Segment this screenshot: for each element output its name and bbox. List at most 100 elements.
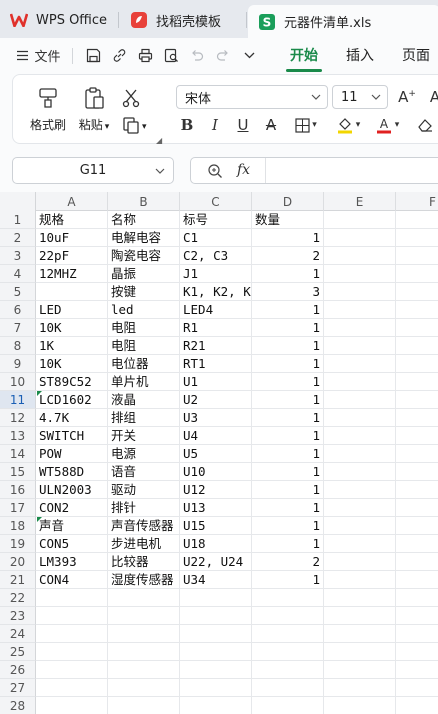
formula-input[interactable]: fx xyxy=(190,157,438,184)
cell-c20[interactable]: U22, U24 xyxy=(180,553,252,571)
clear-format-button[interactable] xyxy=(410,114,438,136)
print-preview-button[interactable] xyxy=(160,38,182,72)
row-header-22[interactable]: 22 xyxy=(0,589,36,607)
cell-a6[interactable]: LED xyxy=(36,301,108,319)
cell-d1[interactable]: 数量 xyxy=(252,211,324,229)
cell-b5[interactable]: 按键 xyxy=(108,283,180,301)
cell-c4[interactable]: J1 xyxy=(180,265,252,283)
cell-d21[interactable]: 1 xyxy=(252,571,324,589)
cell-a1[interactable]: 规格 xyxy=(36,211,108,229)
cell-b2[interactable]: 电解电容 xyxy=(108,229,180,247)
cell-b7[interactable]: 电阻 xyxy=(108,319,180,337)
cell-d11[interactable]: 1 xyxy=(252,391,324,409)
cell-b3[interactable]: 陶瓷电容 xyxy=(108,247,180,265)
row-header-6[interactable]: 6 xyxy=(0,301,36,319)
row-header-20[interactable]: 20 xyxy=(0,553,36,571)
row-header-21[interactable]: 21 xyxy=(0,571,36,589)
save-button[interactable] xyxy=(82,38,104,72)
strikethrough-button[interactable]: A xyxy=(260,114,282,136)
cell-b12[interactable]: 排组 xyxy=(108,409,180,427)
row-header-2[interactable]: 2 xyxy=(0,229,36,247)
font-size-select[interactable]: 11 xyxy=(332,85,388,109)
tab-insert[interactable]: 插入 xyxy=(334,38,386,72)
cell-c14[interactable]: U5 xyxy=(180,445,252,463)
column-header-b[interactable]: B xyxy=(108,192,180,211)
cell-c21[interactable]: U34 xyxy=(180,571,252,589)
cell-d18[interactable]: 1 xyxy=(252,517,324,535)
cell-d5[interactable]: 3 xyxy=(252,283,324,301)
cell-b10[interactable]: 单片机 xyxy=(108,373,180,391)
cell-b6[interactable]: led xyxy=(108,301,180,319)
column-header-d[interactable]: D xyxy=(252,192,324,211)
row-header-3[interactable]: 3 xyxy=(0,247,36,265)
row-header-16[interactable]: 16 xyxy=(0,481,36,499)
column-header-a[interactable]: A xyxy=(36,192,108,211)
cell-d20[interactable]: 2 xyxy=(252,553,324,571)
cell-c3[interactable]: C2, C3 xyxy=(180,247,252,265)
name-box[interactable]: G11 xyxy=(12,157,174,184)
copy-button[interactable]: ▾ xyxy=(122,116,156,134)
undo-button[interactable] xyxy=(186,38,208,72)
cell-a18[interactable]: 声音 xyxy=(36,517,108,535)
cell-d14[interactable]: 1 xyxy=(252,445,324,463)
row-header-12[interactable]: 12 xyxy=(0,409,36,427)
row-header-5[interactable]: 5 xyxy=(0,283,36,301)
cell-c7[interactable]: R1 xyxy=(180,319,252,337)
cell-a20[interactable]: LM393 xyxy=(36,553,108,571)
select-all-corner[interactable] xyxy=(0,192,36,211)
row-header-7[interactable]: 7 xyxy=(0,319,36,337)
cell-d10[interactable]: 1 xyxy=(252,373,324,391)
cell-a14[interactable]: POW xyxy=(36,445,108,463)
row-header-10[interactable]: 10 xyxy=(0,373,36,391)
cell-b18[interactable]: 声音传感器 xyxy=(108,517,180,535)
tab-spreadsheet-file[interactable]: S 元器件清单.xls xyxy=(248,5,438,38)
cell-b14[interactable]: 电源 xyxy=(108,445,180,463)
cell-a15[interactable]: WT588D xyxy=(36,463,108,481)
cell-b20[interactable]: 比较器 xyxy=(108,553,180,571)
cell-c18[interactable]: U15 xyxy=(180,517,252,535)
tab-wps-office[interactable]: WPS Office xyxy=(0,5,116,35)
row-header-24[interactable]: 24 xyxy=(0,625,36,643)
cell-a13[interactable]: SWITCH xyxy=(36,427,108,445)
cell-d16[interactable]: 1 xyxy=(252,481,324,499)
cell-d3[interactable]: 2 xyxy=(252,247,324,265)
cell-d19[interactable]: 1 xyxy=(252,535,324,553)
cell-c19[interactable]: U18 xyxy=(180,535,252,553)
format-painter-button[interactable]: 格式刷 xyxy=(28,86,68,133)
tab-home[interactable]: 开始 xyxy=(278,38,330,72)
cell-a21[interactable]: CON4 xyxy=(36,571,108,589)
column-header-c[interactable]: C xyxy=(180,192,252,211)
cell-a3[interactable]: 22pF xyxy=(36,247,108,265)
row-header-11[interactable]: 11 xyxy=(0,391,36,409)
row-header-15[interactable]: 15 xyxy=(0,463,36,481)
fill-color-button[interactable]: ▾ xyxy=(330,114,366,136)
share-link-button[interactable] xyxy=(108,38,130,72)
tab-docer-templates[interactable]: 找稻壳模板 xyxy=(120,5,244,35)
cell-c10[interactable]: U1 xyxy=(180,373,252,391)
italic-button[interactable]: I xyxy=(204,114,226,136)
row-header-25[interactable]: 25 xyxy=(0,643,36,661)
cell-a19[interactable]: CON5 xyxy=(36,535,108,553)
cell-a8[interactable]: 1K xyxy=(36,337,108,355)
redo-button[interactable] xyxy=(212,38,234,72)
row-header-4[interactable]: 4 xyxy=(0,265,36,283)
cell-c8[interactable]: R21 xyxy=(180,337,252,355)
row-header-19[interactable]: 19 xyxy=(0,535,36,553)
cell-b9[interactable]: 电位器 xyxy=(108,355,180,373)
cell-d9[interactable]: 1 xyxy=(252,355,324,373)
increase-font-size-button[interactable]: A+ xyxy=(396,86,418,108)
column-header-e[interactable]: E xyxy=(324,192,396,211)
cell-c2[interactable]: C1 xyxy=(180,229,252,247)
cell-b15[interactable]: 语音 xyxy=(108,463,180,481)
quick-access-more-button[interactable] xyxy=(238,38,260,72)
cell-d6[interactable]: 1 xyxy=(252,301,324,319)
cell-b8[interactable]: 电阻 xyxy=(108,337,180,355)
dialog-launcher-icon[interactable]: ◢ xyxy=(156,136,162,145)
row-header-18[interactable]: 18 xyxy=(0,517,36,535)
row-header-17[interactable]: 17 xyxy=(0,499,36,517)
cell-d4[interactable]: 1 xyxy=(252,265,324,283)
cell-b1[interactable]: 名称 xyxy=(108,211,180,229)
cell-c1[interactable]: 标号 xyxy=(180,211,252,229)
paste-button[interactable]: 粘贴 ▾ xyxy=(76,86,112,133)
cell-d7[interactable]: 1 xyxy=(252,319,324,337)
